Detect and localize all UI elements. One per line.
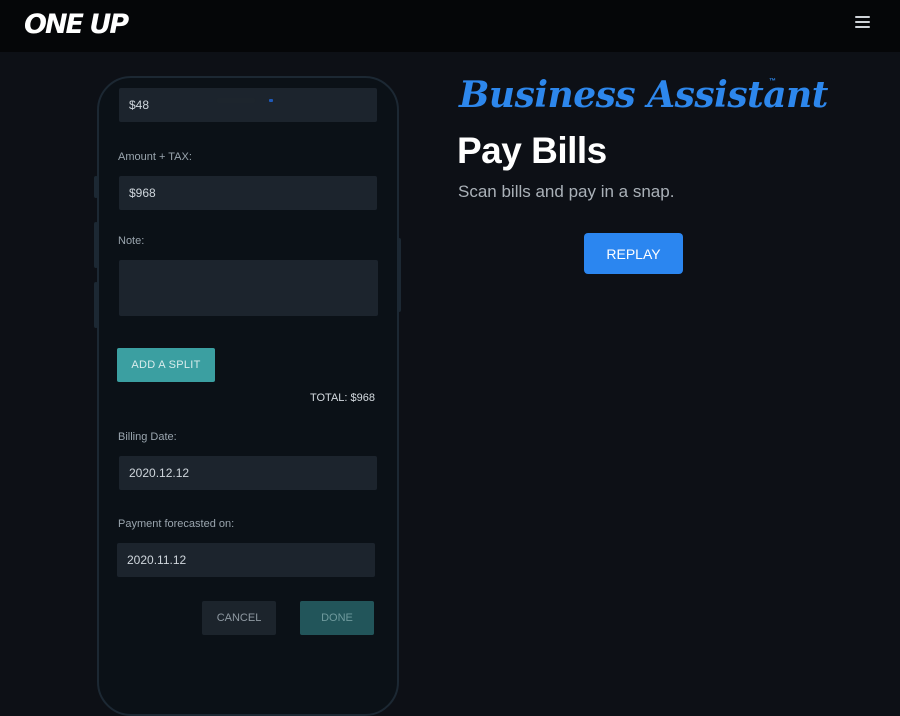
page-title: Pay Bills <box>457 130 607 171</box>
billing-date-label: Billing Date: <box>118 431 177 443</box>
payment-forecast-value: 2020.11.12 <box>127 553 187 567</box>
page-subtitle: Scan bills and pay in a snap. <box>458 182 675 201</box>
top-amount-value: $48 <box>129 98 150 112</box>
amount-tax-value: $968 <box>129 186 156 200</box>
amount-tax-label: Amount + TAX: <box>118 151 192 163</box>
oneup-logo[interactable]: ONE UP <box>24 9 129 40</box>
total-amount: TOTAL: $968 <box>309 392 375 404</box>
cancel-button[interactable]: CANCEL <box>202 601 276 635</box>
note-label: Note: <box>118 235 145 247</box>
payment-forecast-field[interactable]: 2020.11.12 <box>117 543 375 577</box>
hamburger-menu-icon[interactable] <box>855 16 870 29</box>
trademark-symbol: ™ <box>769 78 776 85</box>
top-navbar: ONE UP <box>0 0 900 52</box>
top-amount-field[interactable]: $48 <box>119 88 377 122</box>
amount-tax-field[interactable]: $968 <box>119 176 377 210</box>
add-split-button[interactable]: ADD A SPLIT <box>117 348 215 382</box>
phone-speaker <box>216 98 256 103</box>
billing-date-value: 2020.12.12 <box>129 466 190 480</box>
replay-button[interactable]: REPLAY <box>584 233 683 274</box>
billing-date-field[interactable]: 2020.12.12 <box>119 456 377 490</box>
payment-forecast-label: Payment forecasted on: <box>118 518 235 530</box>
phone-mockup: $48 Amount + TAX: $968 Note: ADD A SPLIT… <box>97 76 399 716</box>
note-textarea[interactable] <box>119 260 378 316</box>
done-button[interactable]: DONE <box>300 601 374 635</box>
phone-camera <box>269 99 273 102</box>
